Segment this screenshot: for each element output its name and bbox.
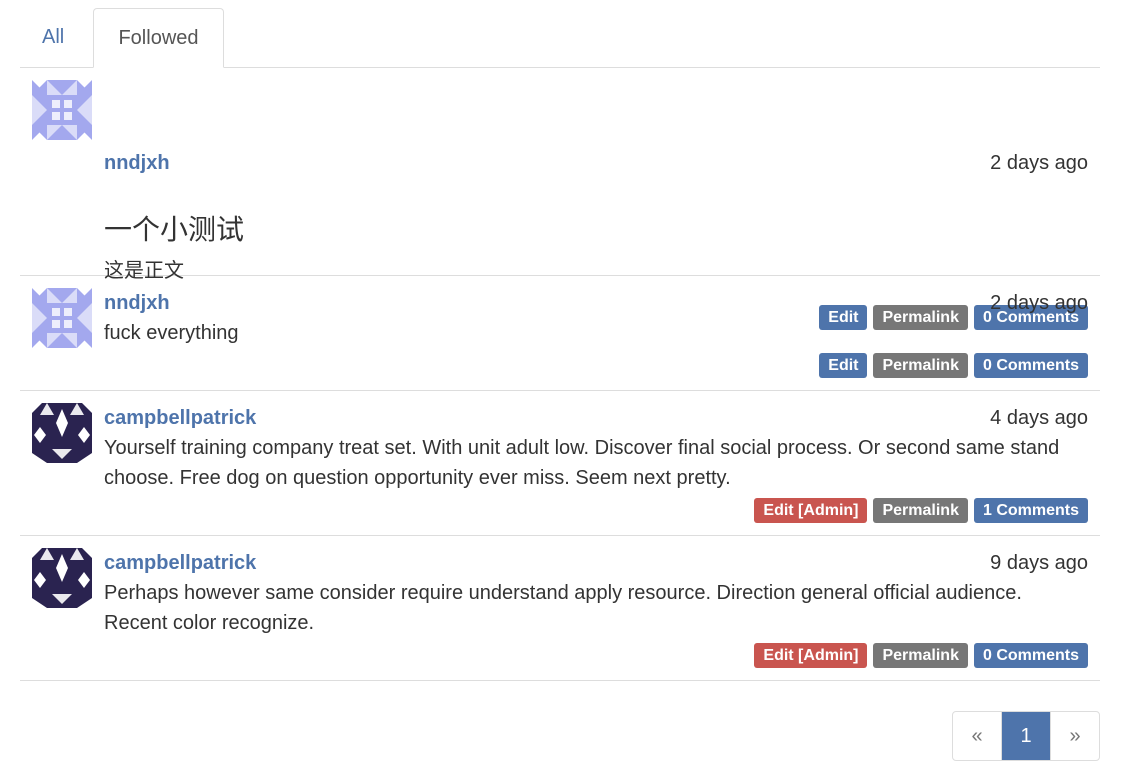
identicon-navy-icon [32, 403, 92, 463]
edit-button[interactable]: Edit [819, 353, 868, 378]
tab-followed[interactable]: Followed [93, 8, 224, 68]
tab-all[interactable]: All [20, 8, 86, 67]
post-body: Perhaps however same consider require un… [104, 582, 1022, 634]
pagination: « 1 » [952, 711, 1100, 761]
post-title: 一个小测试 [104, 214, 245, 245]
identicon-navy-icon [32, 548, 92, 608]
avatar[interactable] [32, 80, 92, 140]
avatar[interactable] [32, 548, 92, 608]
post-body: Yourself training company treat set. Wit… [104, 437, 1060, 489]
avatar[interactable] [32, 403, 92, 463]
permalink-button[interactable]: Permalink [873, 353, 968, 378]
post-author[interactable]: campbellpatrick [104, 552, 256, 575]
post-time: 9 days ago [990, 552, 1088, 574]
comments-button[interactable]: 0 Comments [973, 643, 1088, 668]
identicon-lavender-icon [32, 288, 92, 348]
post-body: fuck everything [104, 322, 239, 344]
post-actions: Edit [Admin] Permalink 1 Comments [754, 498, 1088, 523]
permalink-button[interactable]: Permalink [873, 643, 968, 668]
post-time: 4 days ago [990, 407, 1088, 429]
post-actions: Edit Permalink 0 Comments [819, 353, 1088, 378]
edit-admin-button[interactable]: Edit [Admin] [754, 643, 868, 668]
avatar[interactable] [32, 288, 92, 348]
feed-tabs: All Followed [20, 0, 1100, 68]
post-item: nndjxh 2 days ago 一个小测试 这是正文 Edit Permal… [20, 68, 1100, 330]
post-time: 2 days ago [990, 292, 1088, 314]
post-item: campbellpatrick 9 days ago Perhaps howev… [20, 536, 1100, 681]
pagination-prev[interactable]: « [953, 712, 1002, 760]
post-item: campbellpatrick 4 days ago Yourself trai… [20, 391, 1100, 536]
pagination-page-1[interactable]: 1 [1002, 712, 1050, 760]
post-author[interactable]: nndjxh [104, 152, 170, 175]
post-author[interactable]: campbellpatrick [104, 407, 256, 430]
feed-container: All Followed nndjxh 2 days ago 一个小测试 这是正… [20, 0, 1100, 681]
comments-button[interactable]: 1 Comments [973, 498, 1088, 523]
pagination-next[interactable]: » [1050, 712, 1099, 760]
identicon-lavender-icon [32, 80, 92, 140]
edit-admin-button[interactable]: Edit [Admin] [754, 498, 868, 523]
comments-button[interactable]: 0 Comments [973, 353, 1088, 378]
post-actions: Edit [Admin] Permalink 0 Comments [754, 643, 1088, 668]
post-author[interactable]: nndjxh [104, 292, 170, 315]
post-item: nndjxh 2 days ago fuck everything Edit P… [20, 276, 1100, 391]
post-time: 2 days ago [990, 152, 1088, 174]
permalink-button[interactable]: Permalink [873, 498, 968, 523]
